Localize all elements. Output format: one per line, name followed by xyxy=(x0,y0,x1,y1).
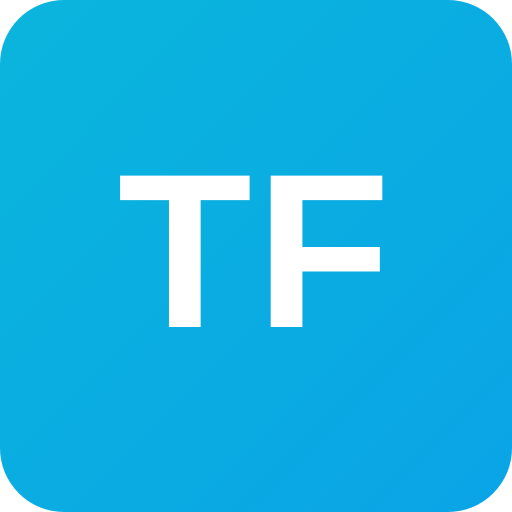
app-icon-tile: TF xyxy=(0,0,512,512)
monogram-text: TF xyxy=(117,128,395,374)
